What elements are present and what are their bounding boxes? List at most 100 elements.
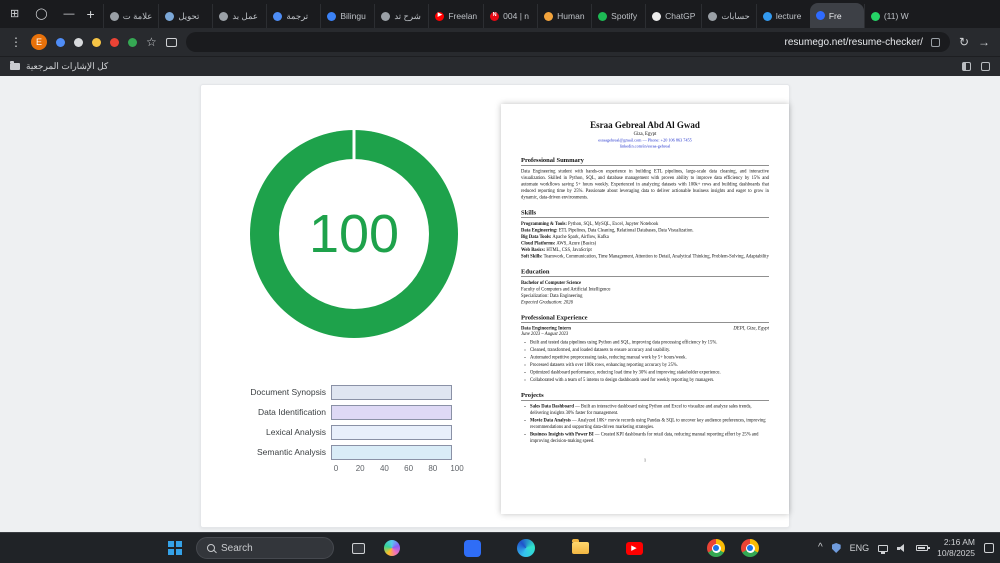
youtube-button[interactable]: ▶	[624, 538, 644, 558]
skill-line: Soft Skills: Teamwork, Communication, Ti…	[521, 254, 769, 261]
axis-tick-label: 0	[333, 464, 339, 473]
browser-tab[interactable]: Spotify	[591, 4, 645, 28]
battery-icon[interactable]	[916, 545, 931, 551]
tab-title: عمل بد	[232, 10, 258, 21]
window-minimize-icon[interactable]: —	[64, 8, 75, 20]
browser-tab[interactable]: حسابات	[701, 4, 755, 28]
bar-label: Document Synopsis	[250, 387, 326, 397]
security-shield-icon[interactable]	[831, 543, 841, 553]
clock[interactable]: 2:16 AM 10/8/2025	[937, 537, 975, 558]
resume-location: Giza, Egypt	[633, 131, 657, 137]
degree-text: Bachelor of Computer Science	[521, 280, 582, 286]
extension-icon[interactable]	[128, 37, 137, 47]
task-view-button[interactable]	[348, 538, 368, 558]
bookmark-star-icon[interactable]: ☆	[146, 36, 157, 48]
resume-preview: Esraa Gebreal Abd Al Gwad Giza, Egypt es…	[501, 104, 789, 514]
score-breakdown-chart: Document Synopsis Data Identification Lexi…	[247, 384, 477, 476]
bar-row: Document Synopsis	[247, 384, 477, 400]
resume-checker-card: 100 Document Synopsis Data Identification…	[200, 84, 790, 528]
page-info-icon[interactable]	[930, 37, 940, 47]
skill-values: Apache Spark, Airflow, Kafka	[552, 234, 609, 240]
profile-avatar[interactable]: E	[31, 34, 47, 50]
all-bookmarks-button[interactable]: كل الإشارات المرجعية	[26, 61, 108, 72]
hidden-icons-chevron[interactable]: ^	[818, 543, 823, 553]
browser-tab[interactable]: lecture	[755, 4, 810, 28]
browser-tab[interactable]: Bilingu	[320, 4, 374, 28]
education-graduation: Expected Graduation: 2026	[521, 300, 573, 306]
skills-list: Programming & Tools: Python, SQL, MySQL,…	[521, 221, 769, 260]
address-bar[interactable]: resumego.net/resume-checker/	[185, 32, 950, 52]
extension-icon[interactable]	[56, 37, 65, 47]
tab-title: Fre	[828, 10, 842, 21]
browser-tab[interactable]: (11) W	[863, 4, 918, 28]
taskbar-search[interactable]: Search	[196, 537, 334, 559]
file-explorer-button[interactable]	[570, 538, 590, 558]
project-item: Sales Data Dashboard — Built an interact…	[530, 404, 769, 417]
skill-category: Big Data Tools:	[521, 234, 552, 240]
extension-icon[interactable]	[92, 37, 101, 47]
menu-kebab-icon[interactable]: ⋮	[10, 36, 22, 48]
tab-title: Bilingu	[340, 11, 366, 21]
bar-chart-rows: Document Synopsis Data Identification Lexi…	[247, 384, 477, 460]
youtube-icon: ▶	[435, 11, 445, 21]
search-label: Search	[221, 542, 253, 554]
reload-button[interactable]: ↻	[959, 36, 969, 48]
bar-row: Semantic Analysis	[247, 444, 477, 460]
extension-icon[interactable]	[110, 37, 119, 47]
resume-name: Esraa Gebreal Abd Al Gwad	[590, 120, 700, 130]
language-indicator[interactable]: ENG	[850, 543, 870, 553]
browser-tab[interactable]: Fre	[809, 3, 864, 28]
browser-tab[interactable]: شرح تد	[374, 4, 428, 28]
browser-tab[interactable]: Human	[537, 4, 591, 28]
pinned-app-button[interactable]	[462, 538, 482, 558]
notification-center-icon[interactable]	[984, 543, 994, 553]
skill-values: HTML, CSS, JavaScript	[546, 247, 592, 253]
browser-tab[interactable]: عمل بد	[212, 4, 266, 28]
browser-tab[interactable]: ChatGP	[645, 4, 701, 28]
page-icon	[381, 11, 391, 21]
whatsapp-icon	[870, 11, 880, 21]
skill-category: Cloud Platforms:	[521, 241, 556, 247]
tab-title: Freelan	[448, 11, 478, 21]
volume-icon[interactable]	[897, 543, 907, 553]
start-button[interactable]	[168, 541, 182, 555]
edge-button[interactable]	[516, 538, 536, 558]
new-tab-button[interactable]: +	[87, 6, 95, 22]
network-icon[interactable]	[878, 544, 889, 554]
tab-title: شرح تد	[394, 10, 421, 21]
window-maximize-icon[interactable]: ⊞	[10, 8, 19, 20]
browser-tab[interactable]: ▶ Freelan	[428, 4, 483, 28]
tab-title: lecture	[775, 11, 802, 21]
experience-org: DEPI, Giza, Egypt	[733, 326, 769, 332]
tab-grid-icon[interactable]	[962, 62, 971, 71]
back-button[interactable]: →	[978, 36, 990, 48]
section-title: Education	[521, 268, 769, 278]
browser-tab[interactable]: ترجمة	[266, 4, 320, 28]
reading-panel-icon[interactable]	[981, 62, 990, 71]
bar-label: Lexical Analysis	[265, 427, 326, 437]
bar-fill	[331, 404, 452, 420]
tray-date: 10/8/2025	[937, 548, 975, 558]
experience-bullet: Automated repetitive preprocessing tasks…	[530, 355, 769, 362]
browser-tab[interactable]: تحويل	[158, 4, 212, 28]
side-panel-icon[interactable]	[165, 37, 177, 47]
skill-category: Web Basics:	[521, 247, 546, 253]
browser-tab-strip: ⊞ ◯ — + علامة ت تحويل عمل بد ترجمة Bilin…	[0, 0, 1000, 28]
axis-tick-label: 20	[355, 464, 365, 473]
chrome-button[interactable]	[706, 538, 726, 558]
tray-time: 2:16 AM	[943, 537, 975, 548]
extension-icon[interactable]	[74, 37, 83, 47]
tab-search-icon[interactable]: ◯	[35, 8, 47, 20]
chrome-profile-button[interactable]	[740, 538, 760, 558]
copilot-button[interactable]	[382, 538, 402, 558]
favicon-glyph: N	[492, 12, 497, 19]
bar-label: Data Identification	[257, 407, 326, 417]
browser-tab[interactable]: علامة ت	[102, 4, 159, 28]
skill-category: Data Engineering:	[521, 228, 558, 234]
bar-row: Data Identification	[247, 404, 477, 420]
browser-tab[interactable]: N 004 | n	[483, 4, 537, 28]
experience-bullet: Processed datasets with over 100k rows, …	[530, 362, 769, 369]
skill-category: Soft Skills:	[521, 254, 543, 260]
experience-bullet-list: Built and tested data pipelines using Py…	[530, 340, 769, 384]
axis-tick-label: 80	[428, 464, 438, 473]
